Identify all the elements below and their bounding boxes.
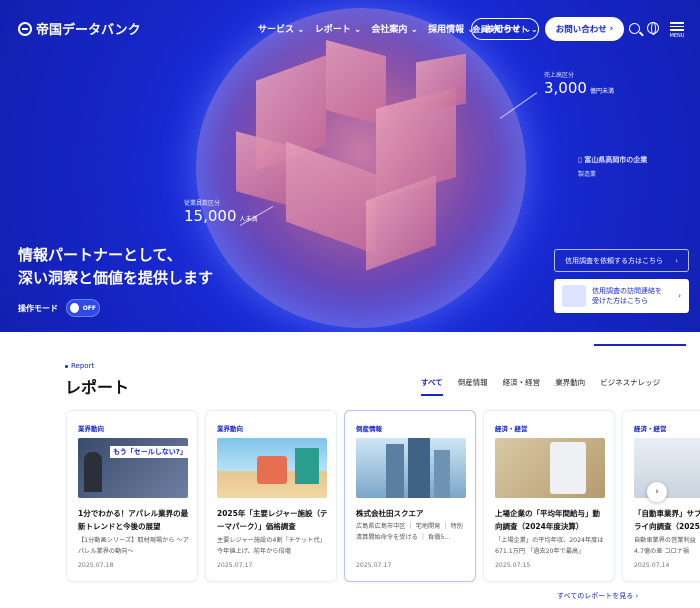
- report-card[interactable]: 業界動向 2025年「主要レジャー施設（テーマパーク）」価格調査 主要レジャー施…: [205, 410, 337, 582]
- carousel-next-button[interactable]: ›: [647, 482, 667, 502]
- report-title: レポート: [65, 378, 130, 397]
- operation-mode-toggle[interactable]: OFF: [66, 299, 100, 317]
- report-tabs: すべて 倒産情報 経済・経営 業界動向 ビジネスナレッジ: [421, 377, 660, 396]
- report-section: Report レポート すべて 倒産情報 経済・経営 業界動向 ビジネスナレッジ…: [0, 332, 700, 608]
- tab-economy[interactable]: 経済・経営: [503, 377, 541, 396]
- nav-item-service[interactable]: サービス ⌄: [258, 22, 305, 35]
- card-thumbnail: [356, 438, 466, 498]
- card-thumbnail: [495, 438, 605, 498]
- hamburger-icon: [670, 22, 684, 24]
- hero-section: 帝国データバンク サービス ⌄ レポート ⌄ 会社案内 ⌄ 採用情報 ⌄ お知ら…: [0, 0, 700, 332]
- chevron-right-icon: ›: [678, 292, 681, 300]
- credit-visit-button[interactable]: 信用調査の訪問連絡を 受けた方はこちら ›: [554, 279, 689, 313]
- brand-name: 帝国データバンク: [36, 23, 141, 38]
- tab-bankruptcy[interactable]: 倒産情報: [458, 377, 488, 396]
- globe-icon[interactable]: [647, 22, 659, 35]
- stat-employees: 従業員数区分 15,000 人未満: [184, 200, 258, 225]
- contact-button[interactable]: お問い合わせ ›: [545, 17, 624, 41]
- operation-mode: 操作モード OFF: [18, 299, 100, 317]
- card-thumbnail: [634, 438, 700, 498]
- people-illustration-icon: [562, 285, 586, 307]
- credit-request-button[interactable]: 信用調査を依頼する方はこちら ›: [554, 249, 689, 272]
- chevron-right-icon: ›: [655, 487, 659, 497]
- chevron-right-icon: ›: [675, 256, 678, 265]
- hero-globe-visual: [196, 8, 526, 328]
- tab-all[interactable]: すべて: [421, 377, 443, 396]
- stat-sales: 売上高区分 3,000 億円未満: [544, 72, 614, 97]
- hero-headline: 情報パートナーとして、 深い洞察と価値を提供します: [18, 246, 214, 287]
- stat-company: ▯ 富山県高岡市の企業 製造業: [578, 156, 648, 178]
- nav-item-company[interactable]: 会社案内 ⌄: [371, 22, 418, 35]
- menu-button[interactable]: MENU: [666, 20, 688, 39]
- report-card[interactable]: 倒産情報 株式会社田スクエア 広島県広島市中区 ｜ 宅地開発 ｜ 特別清算開始命…: [344, 410, 476, 582]
- search-icon[interactable]: [629, 23, 640, 34]
- nav-item-recruit[interactable]: 採用情報 ⌄: [428, 22, 475, 35]
- report-card[interactable]: 業界動向 もう「セールしない?」 1分でわかる！アパレル業界の最新トレンドと今後…: [66, 410, 198, 582]
- see-all-reports-link[interactable]: すべてのレポートを見る ›: [557, 591, 638, 601]
- member-site-button[interactable]: 会員向けサイト ⌄: [471, 18, 539, 40]
- report-label-en: Report: [65, 362, 94, 370]
- card-thumbnail: [217, 438, 327, 498]
- brand-logo[interactable]: 帝国データバンク: [18, 19, 141, 38]
- tab-industry[interactable]: 業界動向: [555, 377, 585, 396]
- report-card[interactable]: 経済・経営 上場企業の「平均年間給与」動向調査（2024年度決算） 「上場企業」…: [483, 410, 615, 582]
- tab-knowledge[interactable]: ビジネスナレッジ: [600, 377, 660, 396]
- card-thumbnail: もう「セールしない?」: [78, 438, 188, 498]
- nav-item-report[interactable]: レポート ⌄: [315, 22, 362, 35]
- logo-icon: [18, 21, 32, 36]
